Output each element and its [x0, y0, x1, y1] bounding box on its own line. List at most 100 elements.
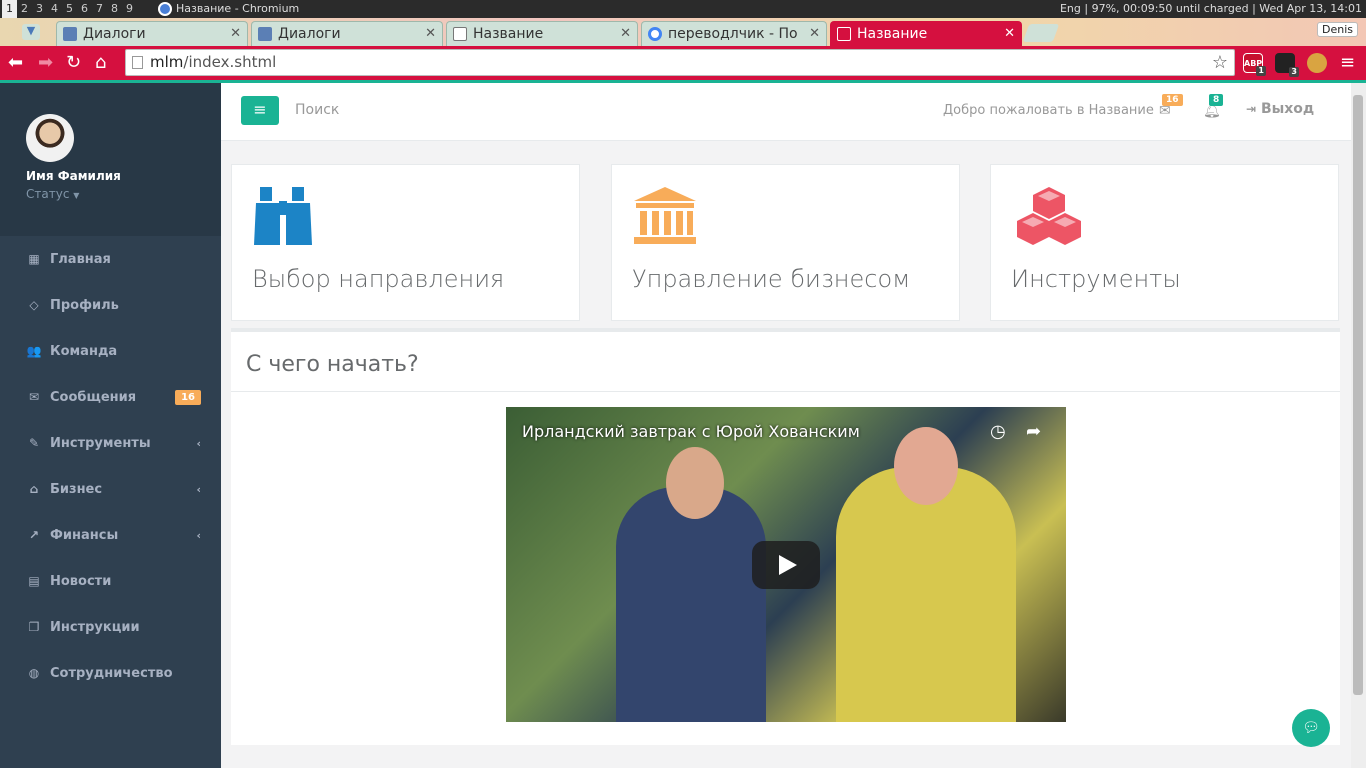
- messages-badge: 16: [175, 389, 201, 405]
- workspace-3[interactable]: 3: [32, 0, 47, 18]
- sidebar: Имя Фамилия Статус ▼ ▦ Главная ◇ Профиль…: [0, 83, 221, 768]
- chrome-menu-icon[interactable]: ≡: [1340, 52, 1355, 74]
- chat-button[interactable]: 💬︎: [1292, 709, 1330, 747]
- tab-close-icon[interactable]: ✕: [809, 26, 820, 41]
- logout-button[interactable]: ⇥ Выход: [1246, 101, 1314, 117]
- page-scrollbar[interactable]: [1351, 83, 1366, 768]
- vk-icon: [63, 27, 77, 41]
- sidebar-item-messages[interactable]: ✉ Сообщения 16: [0, 374, 221, 420]
- diamond-icon: ◇: [29, 298, 39, 312]
- card-tools[interactable]: Инструменты: [990, 164, 1339, 321]
- sidebar-item-label: Сообщения: [50, 389, 137, 405]
- tab-nazvanie-active[interactable]: Название ✕: [830, 21, 1022, 46]
- cubes-icon: [1017, 187, 1081, 245]
- grid-icon: ▦: [28, 252, 40, 266]
- video-head-left: [666, 447, 724, 519]
- tab-label: Диалоги: [83, 26, 146, 42]
- sidebar-item-finance[interactable]: ↗ Финансы ‹: [0, 512, 221, 558]
- sidebar-item-home[interactable]: ▦ Главная: [0, 236, 221, 282]
- workspace-8[interactable]: 8: [107, 0, 122, 18]
- back-icon[interactable]: ⬅: [8, 52, 23, 74]
- chevron-left-icon: ‹: [196, 528, 201, 542]
- window-title-text: Название - Chromium: [176, 2, 300, 15]
- video-title[interactable]: Ирландский завтрак с Юрой Хованским: [522, 422, 860, 441]
- tab-label: Название: [857, 26, 928, 42]
- sidebar-item-label: Сотрудничество: [50, 665, 173, 681]
- sidebar-item-profile[interactable]: ◇ Профиль: [0, 282, 221, 328]
- system-bar: 1 2 3 4 5 6 7 8 9 Название - Chromium En…: [0, 0, 1366, 18]
- tab-close-icon[interactable]: ✕: [425, 26, 436, 41]
- bank-icon: ⌂: [29, 482, 39, 496]
- tab-nazvanie-1[interactable]: Название ✕: [446, 21, 638, 46]
- profile-button[interactable]: Denis: [1317, 22, 1358, 37]
- notifications-badge: 8: [1209, 94, 1224, 106]
- forward-icon[interactable]: ➡: [38, 52, 53, 74]
- adblock-badge: 1: [1256, 66, 1266, 76]
- workspace-4[interactable]: 4: [47, 0, 62, 18]
- chromium-icon: [158, 2, 172, 16]
- page-icon: [837, 27, 851, 41]
- workspace-switcher[interactable]: 1 2 3 4 5 6 7 8 9: [2, 0, 137, 18]
- card-business[interactable]: Управление бизнесом: [611, 164, 960, 321]
- chevron-left-icon: ‹: [196, 482, 201, 496]
- bookmark-star-icon[interactable]: ☆: [1212, 50, 1228, 75]
- card-title: Выбор направления: [252, 265, 505, 293]
- tab-dialogs-2[interactable]: Диалоги ✕: [251, 21, 443, 46]
- sidebar-item-business[interactable]: ⌂ Бизнес ‹: [0, 466, 221, 512]
- status-label: Статус: [26, 187, 70, 201]
- workspace-1[interactable]: 1: [2, 0, 17, 18]
- tab-close-icon[interactable]: ✕: [1004, 26, 1015, 41]
- page-info-icon[interactable]: [132, 56, 143, 69]
- workspace-9[interactable]: 9: [122, 0, 137, 18]
- status-dropdown[interactable]: Статус ▼: [26, 187, 79, 201]
- tab-close-icon[interactable]: ✕: [230, 26, 241, 41]
- reload-icon[interactable]: ↻: [66, 52, 81, 74]
- avatar[interactable]: [26, 114, 74, 162]
- address-bar[interactable]: mlm/index.shtml ☆: [125, 49, 1235, 76]
- video-player[interactable]: Ирландский завтрак с Юрой Хованским ◷ ➦: [506, 407, 1066, 722]
- sidebar-item-team[interactable]: 👥 Команда: [0, 328, 221, 374]
- logout-label: Выход: [1260, 101, 1315, 117]
- sidebar-item-news[interactable]: ▤ Новости: [0, 558, 221, 604]
- cookie-icon[interactable]: [1307, 53, 1327, 73]
- sidebar-item-tools[interactable]: ✎ Инструменты ‹: [0, 420, 221, 466]
- workspace-7[interactable]: 7: [92, 0, 107, 18]
- workspace-6[interactable]: 6: [77, 0, 92, 18]
- sidebar-item-cooperation[interactable]: ◍ Сотрудничество: [0, 650, 221, 696]
- sidebar-item-label: Финансы: [50, 527, 119, 543]
- share-icon[interactable]: ➦: [1026, 421, 1041, 442]
- envelope-icon: ✉: [28, 390, 40, 404]
- chevron-left-icon: ‹: [196, 436, 201, 450]
- chart-icon: ↗: [28, 528, 40, 542]
- play-button[interactable]: [752, 541, 820, 589]
- caret-down-icon: ▼: [73, 191, 80, 200]
- edit-icon: ✎: [28, 436, 40, 450]
- tab-dialogs-1[interactable]: Диалоги ✕: [56, 21, 248, 46]
- tab-translator[interactable]: переводлчик - По ✕: [641, 21, 827, 46]
- video-head-right: [894, 427, 958, 505]
- chat-icon: 💬︎: [1302, 720, 1320, 736]
- menu-toggle-button[interactable]: ≡: [241, 96, 279, 125]
- sign-out-icon: ⇥: [1246, 102, 1257, 116]
- extension-icon[interactable]: 3: [1275, 53, 1299, 77]
- watch-later-icon[interactable]: ◷: [990, 421, 1006, 442]
- workspace-5[interactable]: 5: [62, 0, 77, 18]
- video-person-right: [836, 467, 1016, 722]
- bank-icon: [634, 187, 696, 244]
- binoculars-icon: [254, 187, 312, 245]
- profile-box: Имя Фамилия Статус ▼: [0, 83, 221, 236]
- extension-badge: 3: [1289, 67, 1299, 77]
- adblock-icon[interactable]: ABP 1: [1243, 53, 1266, 76]
- user-name: Имя Фамилия: [26, 169, 121, 183]
- card-title: Инструменты: [1011, 265, 1181, 293]
- sidebar-item-instructions[interactable]: ❐ Инструкции: [0, 604, 221, 650]
- workspace-2[interactable]: 2: [17, 0, 32, 18]
- tab-close-icon[interactable]: ✕: [620, 26, 631, 41]
- home-icon[interactable]: ⌂: [95, 52, 106, 74]
- tab-menu-icon[interactable]: ▼: [22, 24, 40, 40]
- url-path: /index.shtml: [183, 53, 277, 71]
- card-direction[interactable]: Выбор направления: [231, 164, 580, 321]
- search-input[interactable]: Поиск: [295, 102, 339, 118]
- url-host: mlm: [150, 53, 184, 71]
- scrollbar-thumb[interactable]: [1353, 95, 1363, 695]
